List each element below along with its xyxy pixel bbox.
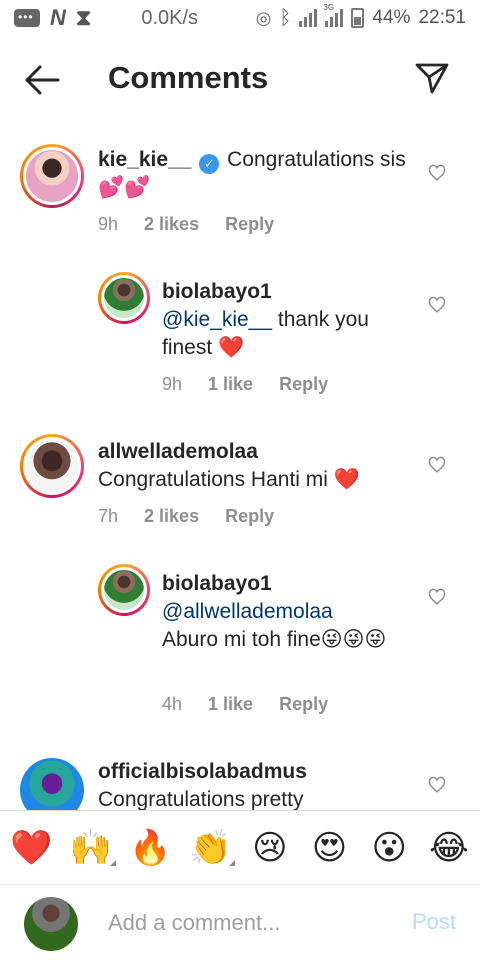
back-button[interactable] [22, 62, 62, 98]
comment-username[interactable]: biolabayo1 [162, 280, 272, 303]
header: Comments [0, 44, 480, 116]
emoji-crying-button[interactable]: 😢 [249, 828, 291, 868]
skin-tone-indicator-icon [229, 859, 236, 866]
reply-button[interactable]: Reply [225, 214, 274, 235]
signal-icon-2: 3G [323, 3, 344, 27]
messages-notification-icon [14, 9, 40, 27]
hourglass-icon: ⧗ [75, 5, 92, 30]
comment-username[interactable]: kie_kie__ [98, 148, 191, 171]
verified-badge-icon: ✓ [199, 154, 220, 174]
avatar[interactable] [98, 272, 150, 324]
comment-item: officialbisolabadmus Congratulations pre… [0, 756, 480, 810]
comment-username[interactable]: biolabayo1 [162, 572, 272, 595]
app-n-notification-icon: N [50, 5, 66, 30]
heart-outline-icon[interactable] [428, 588, 446, 606]
avatar[interactable] [98, 564, 150, 616]
emoji-laughing-button[interactable]: 😂 [428, 828, 470, 868]
emoji-clap-glyph: 👏 [189, 828, 232, 867]
comment-time: 9h [162, 374, 183, 394]
bluetooth-icon: ᛒ [279, 6, 292, 29]
clock: 22:51 [418, 7, 466, 28]
battery-icon [351, 8, 365, 28]
reply-button[interactable]: Reply [279, 374, 328, 395]
emoji-fire-button[interactable]: 🔥 [129, 828, 171, 868]
comment-username[interactable]: officialbisolabadmus [98, 760, 307, 783]
comment-composer: Post [0, 884, 480, 960]
emoji-heart-button[interactable]: ❤️ [10, 828, 52, 868]
comment-time: 7h [98, 506, 119, 526]
emoji-raised-hands-button[interactable]: 🙌 [69, 828, 116, 868]
post-button[interactable]: Post [412, 909, 456, 935]
comment-text: Congratulations Hanti mi ❤️ [98, 468, 360, 491]
my-avatar [24, 897, 78, 951]
signal-icon-1 [299, 9, 318, 27]
network-speed: 0.0K/s [141, 6, 199, 29]
comment-time: 9h [98, 214, 119, 234]
battery-percent: 44% [372, 7, 411, 28]
comment-username[interactable]: allwellademolaa [98, 440, 258, 463]
avatar[interactable] [20, 144, 84, 208]
heart-outline-icon[interactable] [428, 776, 446, 794]
heart-outline-icon[interactable] [428, 456, 446, 474]
comment-time: 4h [162, 694, 183, 714]
network-type-label: 3G [323, 3, 335, 12]
comment-likes[interactable]: 2 likes [144, 214, 199, 235]
quick-emoji-bar: ❤️ 🙌 🔥 👏 😢 😍 😮 😂 [0, 810, 480, 884]
paper-plane-icon [415, 63, 449, 94]
avatar[interactable] [20, 758, 84, 810]
skin-tone-indicator-icon [109, 859, 116, 866]
share-button[interactable] [414, 60, 450, 96]
emoji-clap-button[interactable]: 👏 [189, 828, 236, 868]
comment-text: Aburo mi toh fine😜😜😜 [162, 628, 387, 651]
heart-outline-icon[interactable] [428, 296, 446, 314]
mention-link[interactable]: @kie_kie__ [162, 308, 272, 331]
status-bar: N ⧗ 0.0K/s ◎ ᛒ 3G 44% 22:51 [0, 0, 480, 36]
comment-likes[interactable]: 2 likes [144, 506, 199, 527]
comment-input[interactable] [108, 907, 378, 939]
arrow-left-icon [25, 65, 60, 95]
avatar[interactable] [20, 434, 84, 498]
heart-outline-icon[interactable] [428, 164, 446, 182]
comment-likes[interactable]: 1 like [208, 374, 253, 395]
comment-text: Congratulations pretty [98, 788, 304, 810]
reply-button[interactable]: Reply [225, 506, 274, 527]
comment-likes[interactable]: 1 like [208, 694, 253, 715]
emoji-heart-eyes-button[interactable]: 😍 [309, 828, 351, 868]
reply-button[interactable]: Reply [279, 694, 328, 715]
page-title: Comments [108, 60, 269, 95]
emoji-raised-hands-glyph: 🙌 [69, 828, 113, 867]
emoji-surprised-button[interactable]: 😮 [368, 828, 410, 868]
hotspot-icon: ◎ [255, 7, 272, 28]
mention-link[interactable]: @allwellademolaa [162, 600, 333, 623]
